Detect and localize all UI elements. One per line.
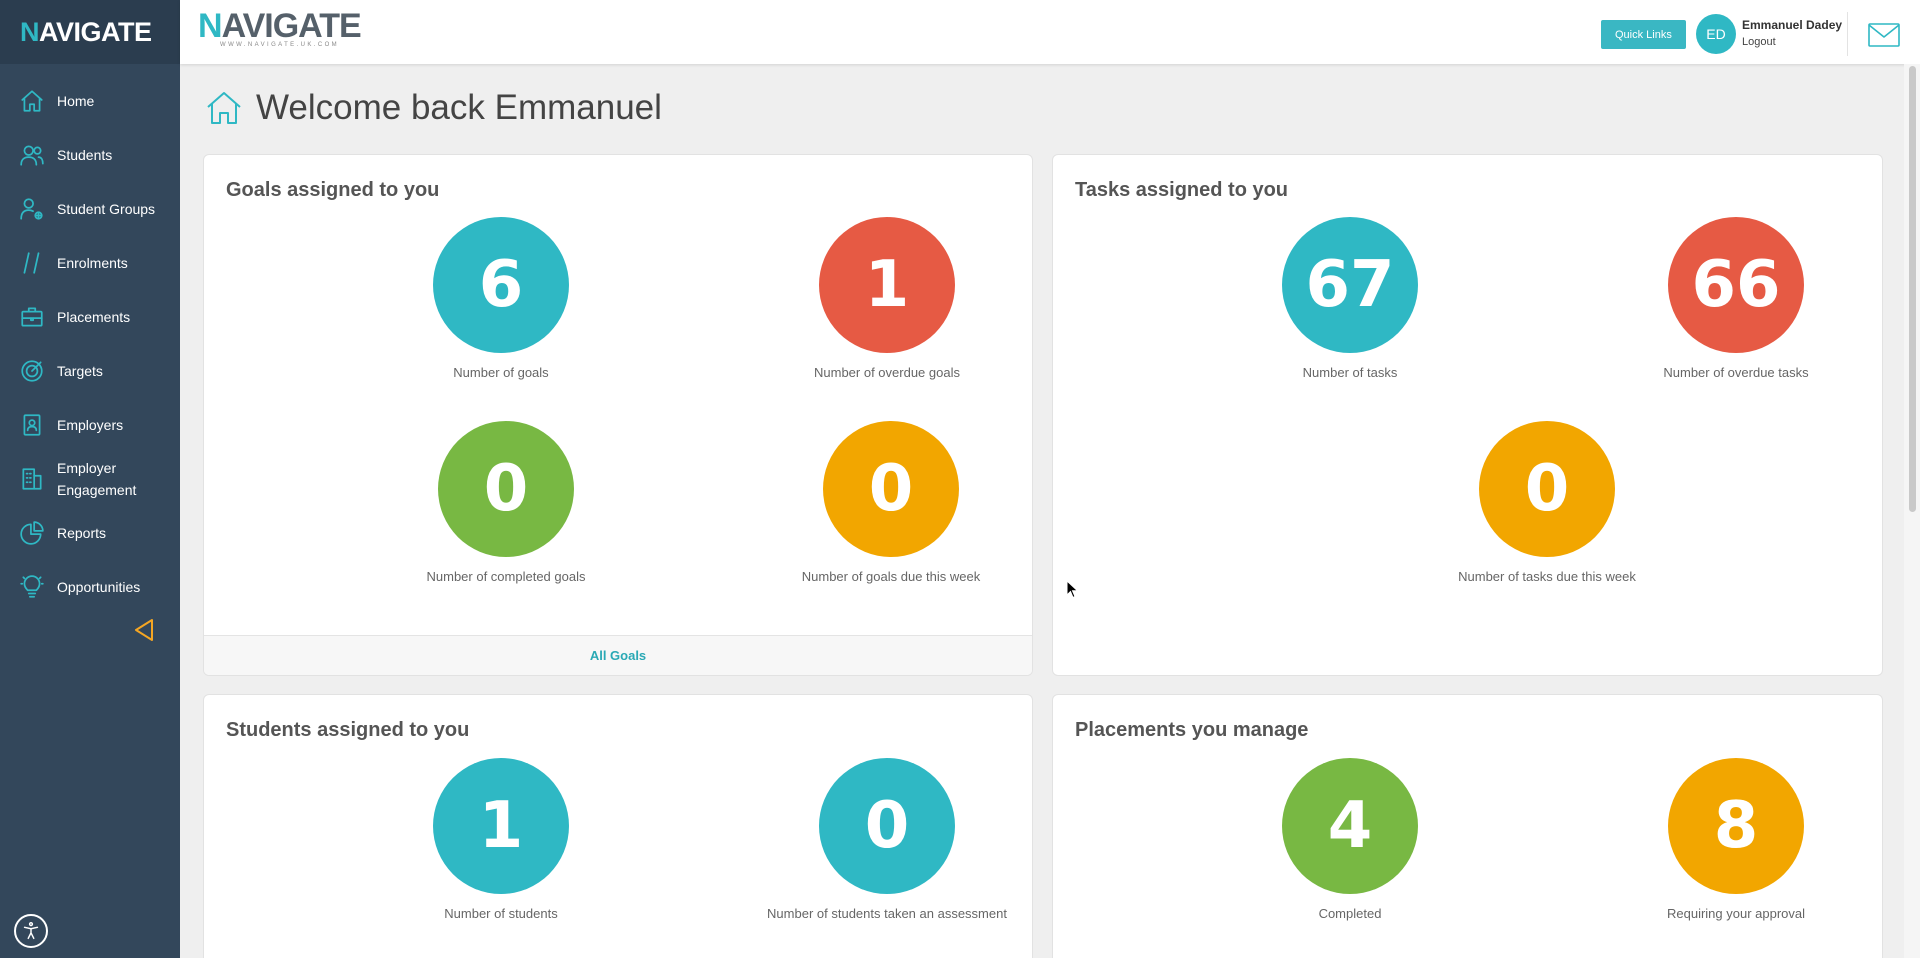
avatar[interactable]: ED: [1696, 14, 1736, 54]
students-count-circle[interactable]: 1: [433, 758, 569, 894]
all-goals-link[interactable]: All Goals: [204, 635, 1032, 675]
sidebar-nav: Home Students Student Groups Enrolments …: [0, 64, 180, 614]
placements-approval-stat: 8 Requiring your approval: [1606, 758, 1866, 921]
students-assessed-circle[interactable]: 0: [819, 758, 955, 894]
user-name: Emmanuel Dadey: [1742, 18, 1843, 32]
users-icon: [18, 141, 46, 169]
stat-label: Number of overdue tasks: [1663, 365, 1809, 380]
collapse-sidebar-icon[interactable]: [130, 616, 158, 644]
stat-label: Number of tasks due this week: [1458, 569, 1636, 584]
sidebar-item-student-groups[interactable]: Student Groups: [0, 182, 180, 236]
sidebar-logo[interactable]: NAVIGATE: [0, 0, 180, 64]
sidebar-item-students[interactable]: Students: [0, 128, 180, 182]
sidebar-item-home[interactable]: Home: [0, 74, 180, 128]
sidebar-item-reports[interactable]: Reports: [0, 506, 180, 560]
scrollbar-thumb[interactable]: [1909, 66, 1916, 512]
students-assessed-stat: 0 Number of students taken an assessment: [757, 758, 1017, 921]
placements-card: Placements you manage 4 Completed 8 Requ…: [1052, 694, 1883, 958]
tasks-due-week-circle[interactable]: 0: [1479, 421, 1615, 557]
logo: NAVIGATE: [20, 16, 152, 47]
goals-count-stat: 6 Number of goals: [371, 217, 631, 380]
id-badge-icon: [18, 411, 46, 439]
goals-card: Goals assigned to you 6 Number of goals …: [203, 154, 1033, 676]
placements-card-title: Placements you manage: [1075, 719, 1309, 741]
briefcase-icon: [18, 303, 46, 331]
overdue-goals-stat: 1 Number of overdue goals: [757, 217, 1017, 380]
tasks-count-stat: 67 Number of tasks: [1220, 217, 1480, 380]
sidebar-item-enrolments[interactable]: Enrolments: [0, 236, 180, 290]
sidebar-item-label: Home: [57, 93, 95, 109]
pie-chart-icon: [18, 519, 46, 547]
stat-label: Number of goals: [453, 365, 549, 380]
slashes-icon: [18, 249, 46, 277]
students-card: Students assigned to you 1 Number of stu…: [203, 694, 1033, 958]
logout-link[interactable]: Logout: [1742, 36, 1776, 48]
building-icon: [18, 465, 46, 493]
tasks-card-title: Tasks assigned to you: [1075, 179, 1289, 201]
overdue-tasks-circle[interactable]: 66: [1668, 217, 1804, 353]
sidebar-item-targets[interactable]: Targets: [0, 344, 180, 398]
sidebar-item-opportunities[interactable]: Opportunities: [0, 560, 180, 614]
stat-label: Number of completed goals: [426, 569, 586, 584]
goals-card-title: Goals assigned to you: [226, 179, 440, 201]
page-scrollbar[interactable]: [1904, 64, 1920, 958]
stat-label: Completed: [1318, 906, 1382, 921]
stat-label: Number of students: [444, 906, 558, 921]
mouse-cursor-icon: [1066, 580, 1079, 599]
tasks-due-week-stat: 0 Number of tasks due this week: [1417, 421, 1677, 584]
home-icon: [18, 87, 46, 115]
goals-count-circle[interactable]: 6: [433, 217, 569, 353]
students-count-stat: 1 Number of students: [371, 758, 631, 921]
placements-completed-stat: 4 Completed: [1220, 758, 1480, 921]
stat-label: Number of goals due this week: [801, 569, 981, 584]
goals-due-week-circle[interactable]: 0: [823, 421, 959, 557]
sidebar-item-label: Employers: [57, 417, 124, 433]
students-card-title: Students assigned to you: [226, 719, 470, 741]
page-heading: Welcome back Emmanuel: [204, 88, 662, 128]
target-icon: [18, 357, 46, 385]
top-header: NAVIGATE WWW.NAVIGATE.UK.COM Quick Links…: [180, 0, 1920, 64]
mail-icon[interactable]: [1867, 22, 1901, 48]
sidebar-item-placements[interactable]: Placements: [0, 290, 180, 344]
sidebar-item-employers[interactable]: Employers: [0, 398, 180, 452]
home-icon: [207, 92, 241, 124]
header-logo-wordmark: NAVIGATE: [198, 7, 362, 45]
tasks-count-circle[interactable]: 67: [1282, 217, 1418, 353]
header-logo[interactable]: NAVIGATE WWW.NAVIGATE.UK.COM: [198, 7, 362, 48]
completed-goals-circle[interactable]: 0: [438, 421, 574, 557]
placements-completed-circle[interactable]: 4: [1282, 758, 1418, 894]
goals-due-week-stat: 0 Number of goals due this week: [761, 421, 1021, 584]
stat-label: Requiring your approval: [1666, 906, 1806, 921]
lightbulb-icon: [18, 573, 46, 601]
completed-goals-stat: 0 Number of completed goals: [376, 421, 636, 584]
sidebar-item-label: Targets: [57, 363, 103, 379]
sidebar-item-label: Placements: [57, 309, 131, 325]
sidebar-item-label: Student Groups: [57, 201, 156, 217]
overdue-tasks-stat: 66 Number of overdue tasks: [1606, 217, 1866, 380]
tasks-card: Tasks assigned to you 67 Number of tasks…: [1052, 154, 1883, 676]
stat-label: Number of students taken an assessment: [767, 906, 1007, 921]
sidebar-item-label: Enrolments: [57, 255, 128, 271]
sidebar: NAVIGATE Home Students Student Groups En…: [0, 0, 180, 958]
quick-links-button[interactable]: Quick Links: [1601, 20, 1686, 49]
overdue-goals-circle[interactable]: 1: [819, 217, 955, 353]
user-group-icon: [18, 195, 46, 223]
sidebar-item-employer-engagement[interactable]: Employer Engagement: [0, 452, 180, 506]
sidebar-item-label: Students: [57, 147, 113, 163]
accessibility-icon[interactable]: [14, 914, 48, 948]
header-divider: [1847, 12, 1848, 56]
sidebar-item-label: Reports: [57, 525, 107, 541]
sidebar-item-label: Opportunities: [57, 579, 141, 595]
sidebar-item-label: Employer Engagement: [57, 460, 137, 498]
stat-label: Number of overdue goals: [814, 365, 960, 380]
page-title: Welcome back Emmanuel: [256, 88, 662, 127]
placements-approval-circle[interactable]: 8: [1668, 758, 1804, 894]
stat-label: Number of tasks: [1302, 365, 1398, 380]
